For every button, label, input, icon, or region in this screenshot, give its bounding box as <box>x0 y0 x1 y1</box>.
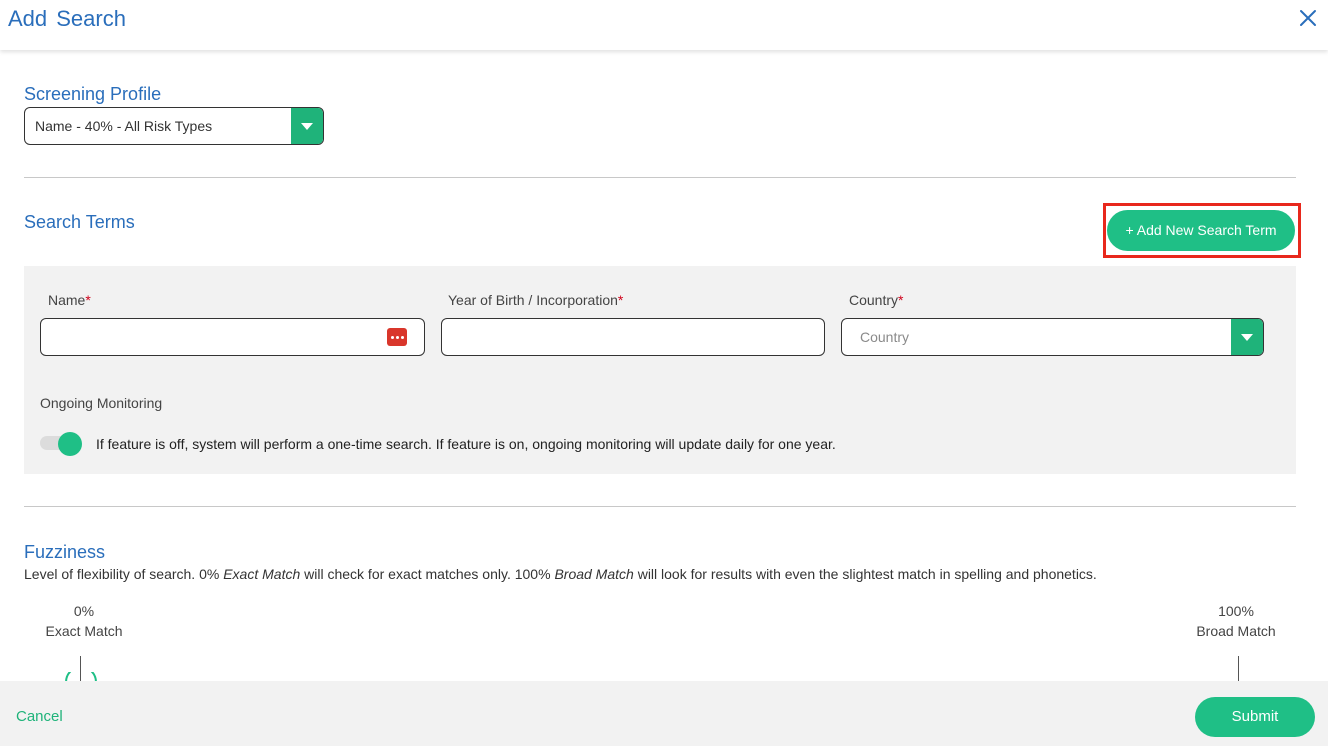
fuzz-desc-part: will look for results with even the slig… <box>633 566 1097 582</box>
name-input[interactable] <box>40 318 425 356</box>
country-select[interactable]: Country <box>841 318 1264 356</box>
name-label-text: Name <box>48 292 86 308</box>
country-label: Country* <box>849 292 903 308</box>
modal-header: Add Search <box>0 0 1328 50</box>
fuzz-desc-emphasis: Exact Match <box>223 566 301 582</box>
add-new-search-term-button[interactable]: + Add New Search Term <box>1107 210 1295 251</box>
country-placeholder: Country <box>860 329 910 345</box>
page-title: Add Search <box>8 6 126 31</box>
divider <box>24 506 1296 507</box>
more-options-icon[interactable] <box>387 328 407 346</box>
slider-min-percent: 0% <box>73 603 95 619</box>
slider-min-text: Exact Match <box>45 623 123 639</box>
country-label-text: Country <box>849 292 899 308</box>
ongoing-monitoring-label: Ongoing Monitoring <box>40 395 163 411</box>
ongoing-monitoring-toggle[interactable] <box>40 432 84 456</box>
screening-profile-title: Screening Profile <box>24 84 162 104</box>
chevron-down-icon[interactable] <box>291 108 323 144</box>
fuzz-desc-part: will check for exact matches only. 100% <box>300 566 555 582</box>
screening-profile-select[interactable]: Name - 40% - All Risk Types <box>24 107 324 145</box>
monitoring-description: If feature is off, system will perform a… <box>96 436 836 452</box>
screening-profile-value: Name - 40% - All Risk Types <box>35 118 213 134</box>
cancel-button[interactable]: Cancel <box>16 708 63 725</box>
submit-button[interactable]: Submit <box>1195 697 1315 737</box>
close-button[interactable] <box>1296 6 1320 30</box>
yob-label: Year of Birth / Incorporation* <box>448 292 623 308</box>
yob-input[interactable] <box>441 318 825 356</box>
fuzz-desc-emphasis: Broad Match <box>554 566 634 582</box>
close-icon[interactable] <box>1296 6 1320 30</box>
yob-label-text: Year of Birth / Incorporation <box>448 292 618 308</box>
fuzziness-title: Fuzziness <box>24 542 106 562</box>
search-terms-title: Search Terms <box>24 212 135 232</box>
fuzziness-description: Level of flexibility of search. 0% Exact… <box>24 566 1097 582</box>
modal-footer: Cancel Submit <box>0 681 1328 746</box>
divider <box>24 177 1296 178</box>
slider-max-text: Broad Match <box>1196 623 1276 639</box>
slider-max-label: 100% Broad Match <box>1186 601 1286 641</box>
name-label: Name* <box>48 292 91 308</box>
required-mark: * <box>617 292 624 308</box>
slider-min-label: 0% Exact Match <box>34 601 134 641</box>
required-mark: * <box>85 292 91 308</box>
toggle-knob[interactable] <box>58 432 82 456</box>
required-mark: * <box>898 292 904 308</box>
slider-max-percent: 100% <box>1218 603 1254 619</box>
slider-max-tick <box>1238 656 1239 681</box>
fuzz-desc-part: Level of flexibility of search. 0% <box>24 566 224 582</box>
chevron-down-icon[interactable] <box>1231 319 1263 355</box>
